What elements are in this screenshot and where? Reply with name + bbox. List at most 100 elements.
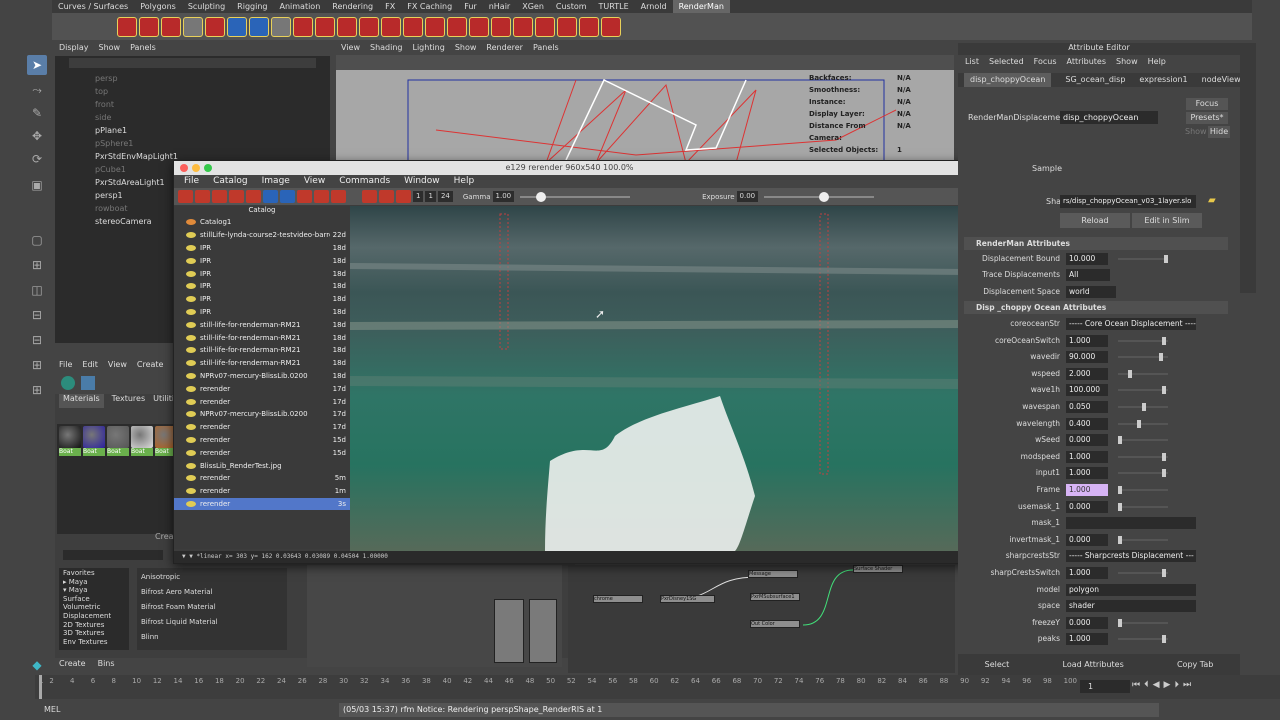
create-list-item[interactable]: Bifrost Aero Material	[141, 585, 283, 600]
gamma-field[interactable]: 1.00	[492, 191, 515, 202]
redo-render-icon[interactable]	[178, 190, 193, 203]
viewport-menu-item[interactable]: Lighting	[412, 43, 444, 55]
cube-icon[interactable]	[315, 16, 335, 37]
slider-knob[interactable]	[1161, 386, 1166, 395]
attr-value-field[interactable]: 1.000	[1066, 334, 1108, 347]
ring-icon[interactable]	[271, 16, 291, 37]
attr-value-field[interactable]: ----- Sharpcrests Displacement -----	[1066, 550, 1196, 572]
create-list-item[interactable]: Bifrost Foam Material	[141, 600, 283, 615]
hypershade-menu-item[interactable]: Create	[137, 358, 164, 372]
frame-end-field[interactable]: 24	[437, 191, 453, 202]
create-tree-item[interactable]: Favorites	[63, 569, 125, 578]
exposure-slider[interactable]	[764, 191, 875, 202]
keep-image-icon[interactable]	[314, 190, 329, 203]
bake-icon[interactable]	[491, 16, 511, 37]
attr-tab[interactable]: expression1	[1139, 73, 1187, 87]
render-menu-item[interactable]: File	[184, 175, 199, 188]
attr-footer-button[interactable]: Copy Tab	[1177, 654, 1213, 675]
attr-slider[interactable]	[1118, 386, 1168, 395]
outliner-menu-item[interactable]: Show	[99, 43, 121, 56]
outliner-search-input[interactable]	[69, 58, 316, 68]
tex-icon[interactable]	[535, 16, 555, 37]
catalog-item[interactable]: IPR 18d	[174, 267, 350, 280]
hypershade-tab[interactable]: Materials	[59, 394, 104, 408]
catalog-item[interactable]: rerender 15d	[174, 434, 350, 447]
shelf-tab[interactable]: Rendering	[326, 0, 379, 13]
layout-icon-4[interactable]: ⊞	[27, 355, 47, 375]
catalog-item[interactable]: rerender 15d	[174, 446, 350, 459]
shelf-tab[interactable]: Custom	[550, 0, 593, 13]
move-tool-icon[interactable]: ✥	[27, 126, 47, 146]
catalog-item[interactable]: rerender 17d	[174, 421, 350, 434]
attr-menu-item[interactable]: Attributes	[1067, 55, 1107, 69]
play-back-icon[interactable]: ◀	[1153, 680, 1160, 690]
catalog-item[interactable]: IPR 18d	[174, 254, 350, 267]
frame-start-field[interactable]: 1	[413, 191, 424, 202]
attr-value-field[interactable]: shader	[1066, 600, 1196, 613]
shelf-tab[interactable]: FX Caching	[401, 0, 458, 13]
shelf-tab[interactable]: Fur	[458, 0, 483, 13]
hypershade-menu-item[interactable]: View	[108, 358, 127, 372]
info-icon[interactable]	[601, 16, 621, 37]
viewport-menu-item[interactable]: Panels	[533, 43, 559, 55]
attr-value-field[interactable]: polygon	[1066, 583, 1196, 596]
slider-knob[interactable]	[1118, 502, 1122, 511]
create-list-item[interactable]: Blinn	[141, 630, 283, 645]
attr-slider[interactable]	[1118, 502, 1168, 511]
go-to-end-icon[interactable]: ⏭	[1183, 680, 1191, 690]
attr-value-field[interactable]: 0.000	[1066, 500, 1108, 513]
slider-knob[interactable]	[1118, 486, 1122, 494]
node-thumbnail[interactable]	[494, 599, 524, 663]
gamma-slider[interactable]	[520, 191, 631, 202]
hypershade-tab[interactable]: Textures	[112, 394, 145, 408]
choppy-ocean-section[interactable]: Disp _choppy Ocean Attributes	[964, 301, 1228, 314]
attr-menu-item[interactable]: List	[965, 55, 979, 69]
envlight-icon[interactable]	[337, 16, 357, 37]
curve-icon[interactable]	[403, 16, 423, 37]
slider-knob[interactable]	[1161, 635, 1166, 644]
shader-node[interactable]: PxrMSubsurface1	[750, 593, 800, 601]
attr-slider[interactable]	[1118, 452, 1168, 461]
attr-value-field[interactable]: 1.000	[1066, 484, 1108, 496]
attr-slider[interactable]	[1118, 353, 1168, 362]
attr-value-field[interactable]: 1.000	[1066, 467, 1108, 480]
render-menu-item[interactable]: View	[304, 175, 325, 188]
lasso-tool-icon[interactable]: ⤳	[27, 80, 47, 100]
attr-slider[interactable]	[1118, 436, 1168, 445]
attr-slider[interactable]	[1118, 569, 1168, 577]
outliner-item[interactable]: pPlane1	[55, 124, 330, 137]
render-menu-item[interactable]: Help	[454, 175, 475, 188]
render-settings-icon[interactable]	[117, 16, 137, 37]
slider-knob[interactable]	[1161, 452, 1166, 461]
rib-icon[interactable]	[469, 16, 489, 37]
attr-slider[interactable]	[1118, 635, 1168, 644]
attr-menu-item[interactable]: Focus	[1034, 55, 1057, 69]
hide-button[interactable]: Hide	[1208, 126, 1230, 138]
hypershade-menu-item[interactable]: File	[59, 358, 72, 372]
create-tree-item[interactable]: 2D Textures	[63, 621, 125, 630]
attr-value-field[interactable]: 0.000	[1066, 616, 1108, 629]
attr-tab[interactable]: disp_choppyOcean	[964, 73, 1052, 87]
catalog-item[interactable]: NPRv07-mercury-BlissLib.0200 18d	[174, 370, 350, 383]
catalog-item[interactable]: still-life-for-renderman-RM21 18d	[174, 331, 350, 344]
settings-icon[interactable]	[557, 16, 577, 37]
catalog-root[interactable]: Catalog1	[174, 216, 350, 229]
slider-knob[interactable]	[1137, 419, 1142, 428]
minimize-icon[interactable]	[192, 164, 200, 172]
attr-value-field[interactable]: 90.000	[1066, 351, 1108, 364]
shelf-tab[interactable]: Rigging	[231, 0, 273, 13]
step-forward-icon[interactable]: ⏵	[1174, 680, 1179, 690]
refresh-icon[interactable]	[212, 190, 227, 203]
region-icon[interactable]	[229, 190, 244, 203]
hypershade-bottom-tab[interactable]: Bins	[98, 659, 115, 668]
attr-tab[interactable]: SG_ocean_disp	[1065, 73, 1125, 87]
zoom-100-icon[interactable]	[297, 190, 312, 203]
shelf-tab[interactable]: Sculpting	[182, 0, 231, 13]
channel-icon[interactable]	[280, 190, 295, 203]
viewport-panel[interactable]: View Shading Lighting Show Renderer Panels Ba…	[336, 43, 954, 163]
ipr-render-icon[interactable]	[195, 190, 210, 203]
shelf-tab[interactable]: nHair	[483, 0, 517, 13]
catalog-item[interactable]: rerender 17d	[174, 382, 350, 395]
edit-in-slim-button[interactable]: Edit in Slim	[1132, 213, 1202, 228]
node-editor[interactable]: chrome PxrDisney1SG PxrMSubsurface1 Surface…	[568, 565, 955, 673]
